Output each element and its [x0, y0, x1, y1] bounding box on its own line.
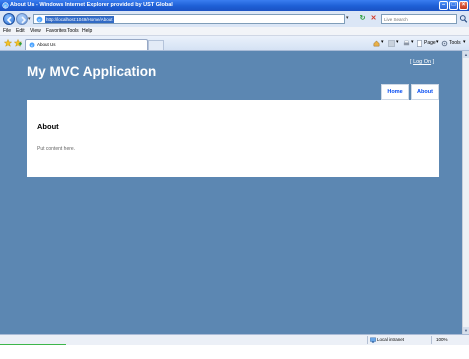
feeds-icon[interactable] — [388, 40, 395, 47]
bottom-strip — [0, 345, 469, 359]
ie-app-icon: e — [2, 2, 9, 9]
new-tab-button[interactable] — [148, 40, 164, 50]
zoom-level[interactable]: 100% — [436, 337, 448, 342]
address-url[interactable]: http://localhost:1049/Home/About — [45, 16, 114, 23]
menu-home-link[interactable]: Home — [381, 84, 409, 100]
page-icon: e — [36, 16, 43, 23]
search-box[interactable] — [381, 14, 457, 24]
tools-menu[interactable]: Tools — [449, 40, 461, 46]
search-input[interactable] — [382, 15, 456, 23]
log-on-link[interactable]: Log On — [413, 59, 431, 65]
close-icon: × — [461, 2, 466, 8]
scroll-down-icon[interactable]: ▼ — [463, 327, 469, 334]
page-menu[interactable]: Page — [424, 40, 436, 46]
address-toolbar: ▾ e http://localhost:1049/Home/About ▾ ↻… — [0, 11, 469, 27]
maximize-button[interactable]: □ — [449, 1, 458, 10]
menu-bar: File Edit View Favorites Tools Help — [0, 27, 469, 36]
home-icon[interactable] — [373, 40, 380, 47]
tools-gear-icon — [441, 40, 448, 47]
menu-file[interactable]: File — [3, 28, 11, 34]
vertical-scrollbar[interactable]: ▲ ▼ — [462, 51, 469, 334]
tab-command-bar: e About Us ▾ ▾ ▾ Page ▾ Tools ▾ — [0, 36, 469, 51]
tab-title: About Us — [37, 42, 56, 47]
site-title: My MVC Application — [27, 64, 157, 79]
tab-page-icon: e — [29, 43, 35, 48]
page-heading: About — [37, 122, 59, 131]
tab-about-us[interactable]: e About Us — [25, 39, 148, 50]
page-menu-icon — [417, 40, 422, 47]
security-zone[interactable]: Local intranet — [377, 337, 404, 342]
login-bracket-close: ] — [432, 59, 435, 65]
forward-button[interactable] — [16, 13, 28, 25]
home-dropdown-icon[interactable]: ▾ — [381, 39, 384, 45]
menu-tools[interactable]: Tools — [67, 28, 79, 34]
scroll-up-icon[interactable]: ▲ — [463, 51, 469, 58]
stop-icon[interactable]: ✕ — [369, 14, 378, 24]
window-title: About Us - Windows Internet Explorer pro… — [10, 2, 173, 8]
history-dropdown-icon[interactable]: ▾ — [28, 16, 32, 22]
page-dropdown-icon[interactable]: ▾ — [436, 39, 439, 45]
maximize-icon: □ — [451, 2, 456, 8]
menu-edit[interactable]: Edit — [16, 28, 25, 34]
back-arrow-icon — [6, 16, 12, 24]
login-display: [ Log On ] — [410, 59, 434, 65]
address-dropdown-icon[interactable]: ▾ — [346, 15, 349, 21]
close-window-button[interactable]: × — [459, 1, 468, 10]
feeds-dropdown-icon[interactable]: ▾ — [396, 39, 399, 45]
menu-help[interactable]: Help — [82, 28, 92, 34]
status-separator — [431, 336, 432, 344]
menu-favorites[interactable]: Favorites — [46, 28, 67, 34]
svg-text:e: e — [31, 43, 33, 48]
print-dropdown-icon[interactable]: ▾ — [411, 39, 414, 45]
favorites-star-icon[interactable] — [4, 39, 12, 47]
back-button[interactable] — [3, 13, 15, 25]
tools-dropdown-icon[interactable]: ▾ — [463, 39, 466, 45]
search-icon[interactable] — [459, 14, 468, 24]
menu-about-link[interactable]: About — [411, 84, 439, 100]
page-viewport: My MVC Application [ Log On ] Home About… — [0, 51, 462, 334]
page-body-text: Put content here. — [37, 146, 76, 152]
print-icon[interactable] — [403, 40, 410, 47]
refresh-icon[interactable]: ↻ — [358, 14, 367, 24]
minimize-button[interactable]: – — [439, 1, 448, 10]
menu-view[interactable]: View — [30, 28, 41, 34]
forward-arrow-icon — [21, 16, 27, 24]
add-favorites-icon[interactable] — [14, 39, 22, 47]
svg-text:e: e — [38, 18, 40, 23]
main-content: About Put content here. — [27, 100, 439, 177]
login-bracket-open: [ — [410, 59, 412, 65]
svg-text:e: e — [4, 4, 6, 9]
minimize-icon: – — [441, 2, 446, 8]
address-bar[interactable]: e http://localhost:1049/Home/About — [33, 14, 345, 24]
window-title-bar: e About Us - Windows Internet Explorer p… — [0, 0, 469, 11]
local-intranet-icon — [370, 337, 376, 343]
status-separator — [367, 336, 368, 344]
